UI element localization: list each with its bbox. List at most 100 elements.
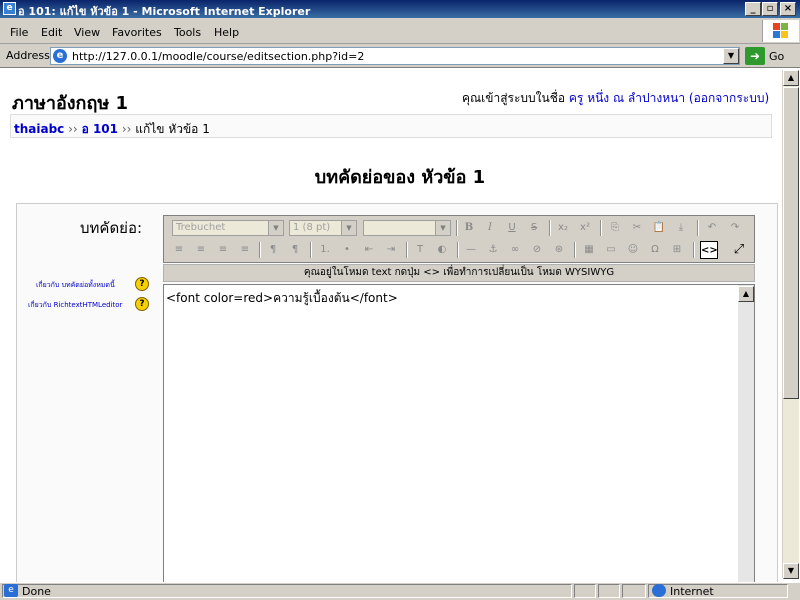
- font-family-value: Trebuchet: [176, 222, 226, 233]
- status-panel: [598, 584, 620, 598]
- special-char-icon[interactable]: Ω: [646, 241, 664, 259]
- breadcrumb: thaiabc ›› อ 101 ›› แก้ไข หัวข้อ 1: [14, 120, 210, 139]
- font-family-select[interactable]: Trebuchet ▼: [172, 220, 284, 236]
- anchor-icon[interactable]: ⚓: [484, 241, 502, 259]
- menu-file[interactable]: File: [10, 26, 28, 39]
- status-panel: [2, 584, 572, 598]
- editor-scrollbar[interactable]: [738, 285, 754, 583]
- editor-content[interactable]: <font color=red>ความรู้เบื้องต้น</font>: [166, 289, 398, 308]
- format-select[interactable]: ▼: [363, 220, 451, 236]
- login-prefix: คุณเข้าสู่ระบบในชื่อ: [462, 91, 566, 105]
- toolbar-separator: [310, 242, 312, 258]
- status-panel: [574, 584, 596, 598]
- login-info: คุณเข้าสู่ระบบในชื่อ ครู หนึ่ง ณ ลำปางหน…: [462, 89, 769, 108]
- copy-icon[interactable]: ⎘: [606, 219, 624, 237]
- status-panel: [622, 584, 646, 598]
- menu-tools[interactable]: Tools: [174, 26, 201, 39]
- bold-button[interactable]: B: [460, 219, 478, 237]
- breadcrumb-home[interactable]: thaiabc: [14, 122, 64, 136]
- breadcrumb-separator: ››: [121, 122, 132, 136]
- font-size-select[interactable]: 1 (8 pt) ▼: [289, 220, 357, 236]
- summary-label: บทคัดย่อ:: [80, 219, 143, 237]
- scroll-thumb[interactable]: [783, 87, 799, 399]
- horizontal-rule-icon[interactable]: —: [462, 241, 480, 259]
- restore-button[interactable]: ▫: [762, 2, 778, 16]
- justify-left-icon[interactable]: ≡: [170, 241, 188, 259]
- menu-help[interactable]: Help: [214, 26, 239, 39]
- underline-button[interactable]: U: [503, 219, 521, 237]
- go-arrow-icon[interactable]: ➜: [745, 47, 765, 65]
- page-done-icon: e: [4, 584, 18, 597]
- toolbar-separator: [697, 220, 699, 236]
- indent-icon[interactable]: ⇥: [382, 241, 400, 259]
- chevron-down-icon: ▼: [435, 221, 450, 235]
- globe-icon: [652, 584, 666, 597]
- scroll-down-button[interactable]: ▼: [783, 563, 799, 579]
- toolbar-separator: [693, 242, 695, 258]
- breadcrumb-separator: ››: [68, 122, 78, 136]
- ie-icon: e: [3, 2, 16, 15]
- close-button[interactable]: ×: [780, 2, 796, 16]
- smiley-icon[interactable]: ☺: [624, 241, 642, 259]
- text-color-icon[interactable]: T: [411, 241, 429, 259]
- rtl-icon[interactable]: ¶: [286, 241, 304, 259]
- justify-right-icon[interactable]: ≡: [214, 241, 232, 259]
- help-icon[interactable]: ?: [135, 297, 149, 311]
- undo-icon[interactable]: ↶: [703, 219, 721, 237]
- link-icon[interactable]: ∞: [506, 241, 524, 259]
- go-button[interactable]: Go: [769, 50, 784, 63]
- highlight-color-icon[interactable]: ◐: [433, 241, 451, 259]
- unlink-icon[interactable]: ⊘: [528, 241, 546, 259]
- scroll-up-button[interactable]: ▲: [783, 70, 799, 86]
- fullscreen-icon[interactable]: ⤢: [730, 241, 748, 259]
- clean-word-icon[interactable]: ⤓: [672, 219, 690, 237]
- outdent-icon[interactable]: ⇤: [360, 241, 378, 259]
- editor-textarea[interactable]: [163, 284, 755, 584]
- chevron-down-icon: ▼: [268, 221, 283, 235]
- toolbar-separator: [259, 242, 261, 258]
- menu-favorites[interactable]: Favorites: [112, 26, 162, 39]
- html-mode-icon[interactable]: <>: [700, 241, 718, 259]
- superscript-button[interactable]: x²: [576, 219, 594, 237]
- address-url[interactable]: http://127.0.0.1/moodle/course/editsecti…: [72, 50, 364, 63]
- user-link[interactable]: ครู หนึ่ง ณ ลำปางหนา: [569, 91, 685, 105]
- breadcrumb-course[interactable]: อ 101: [82, 122, 118, 136]
- chevron-down-icon: ▼: [341, 221, 356, 235]
- redo-icon[interactable]: ↷: [726, 219, 744, 237]
- help-icon[interactable]: ?: [135, 277, 149, 291]
- paste-icon[interactable]: 📋: [650, 219, 668, 237]
- insert-table-icon[interactable]: ▭: [602, 241, 620, 259]
- justify-center-icon[interactable]: ≡: [192, 241, 210, 259]
- justify-full-icon[interactable]: ≡: [236, 241, 254, 259]
- toolbar-separator: [456, 220, 458, 236]
- address-label: Address: [6, 49, 50, 62]
- cut-icon[interactable]: ✂: [628, 219, 646, 237]
- breadcrumb-current: แก้ไข หัวข้อ 1: [135, 122, 210, 136]
- logout-link[interactable]: (ออกจากระบบ): [689, 91, 769, 105]
- help-link-richtext[interactable]: เกี่ยวกับ RichtextHTMLeditor: [28, 300, 122, 311]
- ordered-list-icon[interactable]: 1.: [316, 241, 334, 259]
- search-replace-icon[interactable]: ⊞: [668, 241, 686, 259]
- address-dropdown-button[interactable]: ▼: [723, 48, 739, 64]
- unordered-list-icon[interactable]: •: [338, 241, 356, 259]
- zone-panel: [648, 584, 788, 598]
- strikethrough-button[interactable]: S: [525, 219, 543, 237]
- toolbar-separator: [600, 220, 602, 236]
- minimize-button[interactable]: _: [745, 2, 761, 16]
- ltr-icon[interactable]: ¶: [264, 241, 282, 259]
- nolink-icon[interactable]: ⊛: [550, 241, 568, 259]
- toolbar-separator: [406, 242, 408, 258]
- page-icon: e: [53, 49, 67, 63]
- italic-button[interactable]: I: [481, 219, 499, 237]
- toolbar-separator: [457, 242, 459, 258]
- page-heading: บทคัดย่อของ หัวข้อ 1: [314, 167, 486, 188]
- menu-edit[interactable]: Edit: [41, 26, 62, 39]
- insert-image-icon[interactable]: ▦: [580, 241, 598, 259]
- status-text: Done: [22, 585, 51, 598]
- editor-scroll-up-button[interactable]: ▲: [738, 286, 754, 302]
- toolbar-separator: [549, 220, 551, 236]
- help-link-summary[interactable]: เกี่ยวกับ บทคัดย่อทั้งหมดนี้: [36, 280, 115, 291]
- course-title: ภาษาอังกฤษ 1: [12, 93, 128, 114]
- subscript-button[interactable]: x₂: [554, 219, 572, 237]
- menu-view[interactable]: View: [74, 26, 100, 39]
